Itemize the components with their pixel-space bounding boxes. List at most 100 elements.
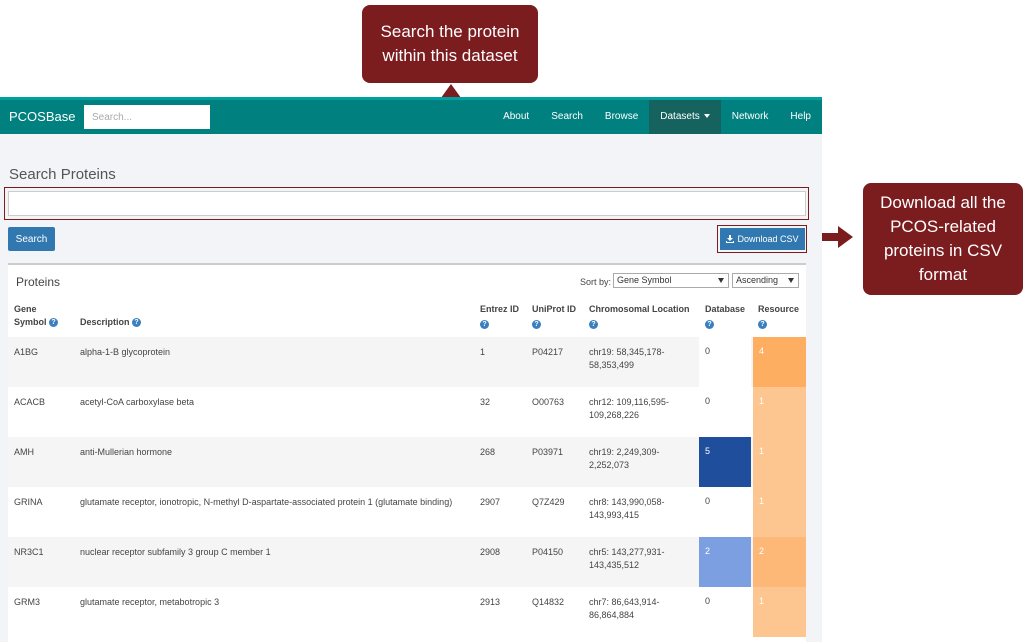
cell-gene-symbol[interactable]: AMH	[14, 446, 34, 459]
header-chromosome-label: Chromosomal Location	[589, 304, 690, 314]
header-chromosomal-location[interactable]: Chromosomal Location?	[589, 303, 690, 331]
cell-gene-symbol[interactable]: A1BG	[14, 346, 38, 359]
nav-network[interactable]: Network	[721, 100, 780, 134]
cell-description: glutamate receptor, metabotropic 3	[80, 597, 220, 607]
location-line1: chr7: 86,643,914-	[589, 597, 660, 607]
table-row[interactable]: ACACB acetyl-CoA carboxylase beta 32 O00763…	[8, 387, 806, 437]
resource-count: 2	[759, 546, 765, 556]
dropdown-arrow-icon	[718, 278, 724, 283]
cell-entrez-id[interactable]: 1	[480, 346, 485, 359]
location-line1: chr8: 143,990,058-	[589, 497, 665, 507]
header-gene-symbol[interactable]: Gene Symbol ?	[14, 303, 59, 329]
header-entrez-id[interactable]: Entrez ID?	[480, 303, 519, 331]
header-gene-line1: Gene	[14, 304, 37, 314]
cell-resource[interactable]: 1	[753, 487, 806, 537]
cell-resource[interactable]: 2	[753, 537, 806, 587]
help-icon[interactable]: ?	[49, 318, 59, 328]
cell-database[interactable]: 0	[699, 487, 751, 537]
cell-gene-symbol[interactable]: NR3C1	[14, 546, 44, 559]
cell-resource[interactable]: 1	[753, 387, 806, 437]
location-line1: chr19: 2,249,309-	[589, 447, 660, 457]
table-row[interactable]: GRM3 glutamate receptor, metabotropic 3 29…	[8, 587, 806, 637]
nav-search[interactable]: Search	[540, 100, 594, 134]
location-line1: chr5: 143,277,931-	[589, 547, 665, 557]
cell-description: alpha-1-B glycoprotein	[80, 347, 171, 357]
cell-uniprot-id[interactable]: Q14832	[532, 596, 564, 609]
cell-chromosomal-location: chr19: 58,345,178- 58,353,499	[589, 346, 665, 372]
cell-gene-symbol[interactable]: GRINA	[14, 496, 43, 509]
database-count: 5	[705, 446, 711, 456]
nav-browse[interactable]: Browse	[594, 100, 649, 134]
header-uniprot-id[interactable]: UniProt ID?	[532, 303, 576, 331]
help-icon[interactable]: ?	[589, 320, 598, 330]
sort-order-select[interactable]: Ascending	[732, 273, 799, 288]
cell-database[interactable]: 0	[699, 337, 751, 387]
cell-resource[interactable]: 4	[753, 337, 806, 387]
help-icon[interactable]: ?	[480, 320, 489, 330]
table-row[interactable]: AMH anti-Mullerian hormone 268 P03971 chr19:…	[8, 437, 806, 487]
location-line1: chr19: 58,345,178-	[589, 347, 665, 357]
location-line2: 143,993,415	[589, 510, 640, 520]
cell-database[interactable]: 2	[699, 537, 751, 587]
download-icon	[726, 235, 735, 243]
sort-order-value: Ascending	[736, 275, 779, 285]
table-row[interactable]: GRINA glutamate receptor, ionotropic, N-m…	[8, 487, 806, 537]
header-resource-label: Resource	[758, 304, 800, 314]
cell-description: glutamate receptor, ionotropic, N-methyl…	[80, 497, 453, 507]
cell-uniprot-id[interactable]: P03971	[532, 446, 563, 459]
nav-about[interactable]: About	[492, 100, 540, 134]
cell-entrez-id[interactable]: 32	[480, 396, 490, 409]
cell-entrez-id[interactable]: 268	[480, 446, 495, 459]
cell-entrez-id[interactable]: 2908	[480, 546, 500, 559]
nav-help[interactable]: Help	[779, 100, 822, 134]
nav-menu: About Search Browse Datasets Network Hel…	[492, 100, 822, 134]
cell-uniprot-id[interactable]: O00763	[532, 396, 564, 409]
header-description[interactable]: Description ?	[80, 316, 142, 329]
download-csv-label: Download CSV	[737, 234, 799, 244]
table-row[interactable]: NR3C1 nuclear receptor subfamily 3 group …	[8, 537, 806, 587]
cell-resource[interactable]: 1	[753, 587, 806, 637]
search-button[interactable]: Search	[8, 227, 55, 251]
help-icon[interactable]: ?	[532, 320, 541, 330]
cell-database[interactable]: 0	[699, 587, 751, 637]
table-row[interactable]: A1BG alpha-1-B glycoprotein 1 P04217 chr19: …	[8, 337, 806, 387]
resource-count: 4	[759, 346, 765, 356]
cell-entrez-id[interactable]: 2907	[480, 496, 500, 509]
cell-database[interactable]: 5	[699, 437, 751, 487]
panel-title: Proteins	[16, 275, 61, 289]
sort-field-select[interactable]: Gene Symbol	[613, 273, 729, 288]
callout-arrow-right-stem	[820, 233, 840, 241]
location-line2: 86,864,884	[589, 610, 635, 620]
cell-entrez-id[interactable]: 2913	[480, 596, 500, 609]
resource-count: 1	[759, 396, 765, 406]
navbar: PCOSBase About Search Browse Datasets Ne…	[0, 97, 822, 134]
app-window: PCOSBase About Search Browse Datasets Ne…	[0, 97, 822, 642]
location-line2: 143,435,512	[589, 560, 640, 570]
cell-uniprot-id[interactable]: Q7Z429	[532, 496, 565, 509]
database-count: 0	[705, 496, 711, 506]
cell-gene-symbol[interactable]: GRM3	[14, 596, 40, 609]
help-icon[interactable]: ?	[758, 320, 767, 330]
protein-search-input[interactable]	[8, 191, 806, 216]
cell-uniprot-id[interactable]: P04217	[532, 346, 563, 359]
cell-gene-symbol[interactable]: ACACB	[14, 396, 45, 409]
location-line1: chr12: 109,116,595-	[589, 397, 669, 407]
header-gene-line2: Symbol	[14, 317, 47, 327]
header-database[interactable]: Database?	[705, 303, 745, 331]
navbar-search-input[interactable]	[84, 105, 210, 129]
header-resource[interactable]: Resource?	[758, 303, 799, 331]
brand-logo[interactable]: PCOSBase	[9, 109, 75, 124]
cell-uniprot-id[interactable]: P04150	[532, 546, 563, 559]
nav-datasets[interactable]: Datasets	[649, 100, 721, 134]
download-csv-button[interactable]: Download CSV	[720, 228, 805, 250]
location-line2: 2,252,073	[589, 460, 630, 470]
caret-down-icon	[703, 114, 710, 119]
page-title: Search Proteins	[9, 166, 116, 183]
cell-description: nuclear receptor subfamily 3 group C mem…	[80, 547, 271, 557]
header-uniprot-label: UniProt ID	[532, 304, 576, 314]
cell-resource[interactable]: 1	[753, 437, 806, 487]
cell-database[interactable]: 0	[699, 387, 751, 437]
database-count: 2	[705, 546, 711, 556]
help-icon[interactable]: ?	[705, 320, 714, 330]
help-icon[interactable]: ?	[132, 318, 142, 328]
